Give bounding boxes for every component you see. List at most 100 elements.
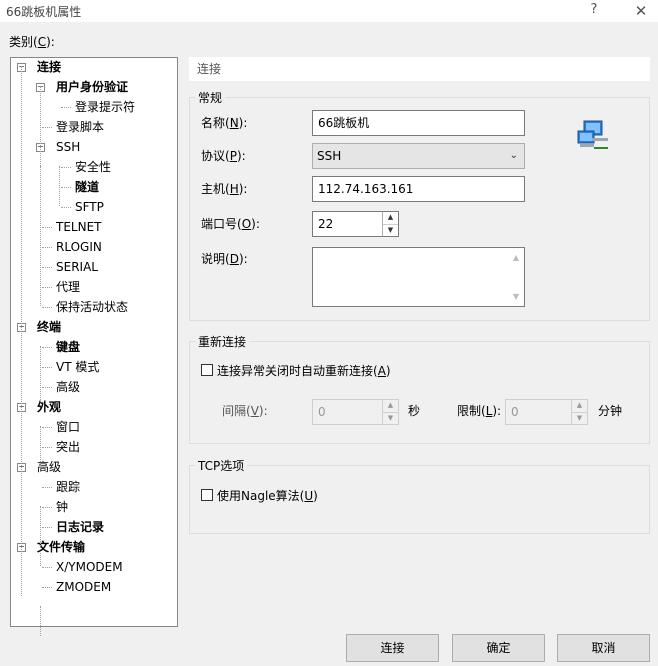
tree-connector: [61, 167, 71, 168]
host-field[interactable]: 112.74.163.161: [312, 176, 525, 202]
tree-connector: [42, 307, 52, 308]
spin-up-icon[interactable]: ▲: [383, 212, 398, 225]
tree-item[interactable]: 终端: [37, 318, 61, 336]
tree-connector: [21, 66, 22, 596]
spin-up-icon[interactable]: ▲: [383, 400, 398, 413]
limit-label: 限制(L):: [457, 404, 502, 418]
category-label-hotkey: C: [37, 35, 47, 49]
tree-connector: [40, 346, 41, 406]
limit-field[interactable]: 0 ▲ ▼: [505, 399, 588, 425]
tree-connector: [42, 127, 52, 128]
scroll-down-icon[interactable]: ▼: [510, 292, 522, 301]
tree-item[interactable]: TELNET: [56, 218, 102, 236]
tree-item[interactable]: 连接: [37, 58, 61, 76]
spin-down-icon[interactable]: ▼: [572, 413, 587, 425]
help-button[interactable]: ?: [583, 2, 605, 20]
interval-spinner[interactable]: ▲ ▼: [382, 400, 398, 424]
protocol-select-value: SSH: [317, 149, 342, 163]
tree-item[interactable]: 突出: [56, 438, 80, 456]
tree-connector: [42, 487, 52, 488]
name-field[interactable]: 66跳板机: [312, 110, 525, 136]
panel-header: 连接: [189, 57, 650, 81]
reconnect-group: [189, 341, 650, 444]
spin-down-icon[interactable]: ▼: [383, 225, 398, 237]
tree-item[interactable]: 高级: [56, 378, 80, 396]
network-computers-icon: [577, 120, 608, 149]
category-label-suffix: ):: [46, 35, 55, 49]
tree-item[interactable]: 文件传输: [37, 538, 85, 556]
tree-connector: [42, 567, 52, 568]
tree-item[interactable]: 代理: [56, 278, 80, 296]
port-value: 22: [318, 217, 334, 231]
reconnect-group-title: 重新连接: [195, 333, 250, 350]
tree-item[interactable]: 隧道: [75, 178, 99, 196]
spin-up-icon[interactable]: ▲: [572, 400, 587, 413]
interval-label: 间隔(V):: [222, 404, 268, 418]
tree-item[interactable]: 键盘: [56, 338, 80, 356]
tree-item[interactable]: 保持活动状态: [56, 298, 128, 316]
tree-connector: [42, 347, 52, 348]
tree-connector: [61, 187, 71, 188]
title-bar: [0, 0, 658, 22]
tree-item[interactable]: 用户身份验证: [56, 78, 128, 96]
tree-item[interactable]: 日志记录: [56, 518, 104, 536]
tree-item[interactable]: X/YMODEM: [56, 558, 123, 576]
tree-connector: [61, 207, 71, 208]
window-title: 66跳板机属性: [6, 5, 82, 19]
interval-field[interactable]: 0 ▲ ▼: [312, 399, 399, 425]
tree-connector: [40, 506, 41, 566]
tree-item[interactable]: VT 模式: [56, 358, 99, 376]
cancel-button[interactable]: 取消: [557, 634, 650, 662]
auto-reconnect-label[interactable]: 连接异常关闭时自动重新连接(A): [217, 362, 391, 379]
tree-connector: [42, 387, 52, 388]
general-group-title: 常规: [195, 89, 226, 106]
tree-connector: [59, 166, 60, 206]
tree-item[interactable]: RLOGIN: [56, 238, 102, 256]
nagle-checkbox[interactable]: [201, 489, 213, 501]
port-label: 端口号(O):: [201, 217, 260, 231]
tree-item[interactable]: 窗口: [56, 418, 80, 436]
tree-connector: [40, 426, 41, 466]
description-label: 说明(D):: [201, 252, 248, 266]
protocol-select[interactable]: SSH ⌄: [312, 143, 525, 169]
tree-connector: [42, 367, 52, 368]
port-field[interactable]: 22 ▲ ▼: [312, 211, 399, 237]
tree-connector: [42, 447, 52, 448]
spin-down-icon[interactable]: ▼: [383, 413, 398, 425]
limit-unit: 分钟: [598, 404, 623, 418]
tree-connector: [42, 587, 52, 588]
tree-item[interactable]: SERIAL: [56, 258, 98, 276]
tcp-group-title: TCP选项: [195, 457, 248, 474]
tree-connector: [42, 287, 52, 288]
tree-connector: [40, 606, 41, 636]
tree-item[interactable]: 跟踪: [56, 478, 80, 496]
tree-item[interactable]: ZMODEM: [56, 578, 111, 596]
protocol-label: 协议(P):: [201, 149, 246, 163]
tree-connector: [42, 267, 52, 268]
tree-item[interactable]: 登录提示符: [75, 98, 135, 116]
tree-item[interactable]: 登录脚本: [56, 118, 104, 136]
name-label: 名称(N):: [201, 116, 248, 130]
ok-button[interactable]: 确定: [452, 634, 545, 662]
host-label: 主机(H):: [201, 182, 248, 196]
tree-item[interactable]: SSH: [56, 138, 80, 156]
tree-item[interactable]: 安全性: [75, 158, 111, 176]
tree-item[interactable]: SFTP: [75, 198, 104, 216]
interval-value: 0: [318, 405, 326, 419]
tree-connector: [42, 427, 52, 428]
limit-spinner[interactable]: ▲ ▼: [571, 400, 587, 424]
tree-connector: [42, 227, 52, 228]
tree-connector: [42, 507, 52, 508]
limit-value: 0: [511, 405, 519, 419]
close-button[interactable]: ✕: [627, 0, 655, 22]
port-spinner[interactable]: ▲ ▼: [382, 212, 398, 236]
description-field[interactable]: [312, 247, 525, 307]
scroll-up-icon[interactable]: ▲: [510, 253, 522, 262]
category-label: 类别(C):: [9, 33, 55, 50]
tree-connector: [61, 107, 71, 108]
connect-button[interactable]: 连接: [346, 634, 439, 662]
category-tree[interactable]: 连接 − 用户身份验证 − 登录提示符 登录脚本 SSH − 安全性 隧道 SFTP TELNET RL…: [10, 57, 178, 636]
tree-item[interactable]: 钟: [56, 498, 68, 516]
nagle-label[interactable]: 使用Nagle算法(U): [217, 487, 318, 504]
auto-reconnect-checkbox[interactable]: [201, 364, 213, 376]
